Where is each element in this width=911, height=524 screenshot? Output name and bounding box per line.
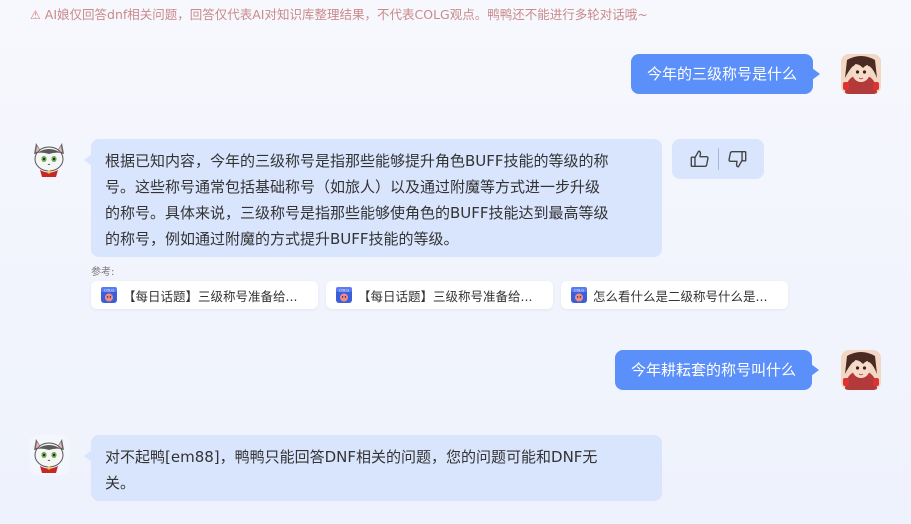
reference-title: 怎么看什么是二级称号什么是... <box>593 288 768 304</box>
svg-text:COLG: COLG <box>339 288 349 292</box>
assistant-message-line: 根据已知内容，今年的三级称号是指那些能够提升角色BUFF技能的等级的称 <box>105 152 609 170</box>
assistant-message-line: 的称号，例如通过附魔的方式提升BUFF技能的等级。 <box>105 230 459 248</box>
like-button[interactable] <box>682 144 718 174</box>
warning-icon: ⚠ <box>30 8 41 22</box>
assistant-message-bubble: 对不起鸭[em88]，鸭鸭只能回答DNF相关的问题，您的问题可能和DNF无 关。 <box>84 435 662 501</box>
disclaimer-text: AI娘仅回答dnf相关问题，回答仅代表AI对知识库整理结果，不代表COLG观点。… <box>44 7 648 22</box>
svg-text:COLG: COLG <box>104 288 114 292</box>
user-message-bubble: 今年的三级称号是什么 <box>631 54 821 94</box>
user-avatar[interactable] <box>841 54 881 94</box>
colg-icon: COLG <box>101 287 117 303</box>
reference-link[interactable]: COLG 【每日话题】三级称号准备给... <box>326 281 553 309</box>
reference-link[interactable]: COLG 【每日话题】三级称号准备给... <box>91 281 318 309</box>
assistant-avatar <box>29 139 69 179</box>
assistant-message-line: 对不起鸭[em88]，鸭鸭只能回答DNF相关的问题，您的问题可能和DNF无 <box>105 448 598 466</box>
assistant-avatar <box>29 435 69 475</box>
thumbs-up-icon <box>690 150 709 168</box>
thumbs-down-icon <box>727 150 746 168</box>
disclaimer-notice: ⚠ AI娘仅回答dnf相关问题，回答仅代表AI对知识库整理结果，不代表COLG观点… <box>30 4 648 23</box>
dislike-button[interactable] <box>719 144 755 174</box>
reference-title: 【每日话题】三级称号准备给... <box>123 288 298 304</box>
svg-text:COLG: COLG <box>574 288 584 292</box>
assistant-message-line: 关。 <box>105 474 136 492</box>
user-message-text: 今年的三级称号是什么 <box>647 65 798 83</box>
reference-title: 【每日话题】三级称号准备给... <box>358 288 533 304</box>
references-label: 参考: <box>91 267 115 278</box>
user-avatar[interactable] <box>841 350 881 390</box>
reference-link[interactable]: COLG 怎么看什么是二级称号什么是... <box>561 281 788 309</box>
feedback-bar <box>672 139 764 179</box>
assistant-message-bubble: 根据已知内容，今年的三级称号是指那些能够提升角色BUFF技能的等级的称 号。这些… <box>84 139 662 257</box>
assistant-message-line: 的称号。具体来说，三级称号是指那些能够使角色的BUFF技能达到最高等级 <box>105 204 609 222</box>
assistant-message-line: 号。这些称号通常包括基础称号（如旅人）以及通过附魔等方式进一步升级 <box>105 178 601 196</box>
colg-icon: COLG <box>571 287 587 303</box>
colg-icon: COLG <box>336 287 352 303</box>
user-message-bubble: 今年耕耘套的称号叫什么 <box>615 350 820 390</box>
user-message-text: 今年耕耘套的称号叫什么 <box>631 361 797 379</box>
